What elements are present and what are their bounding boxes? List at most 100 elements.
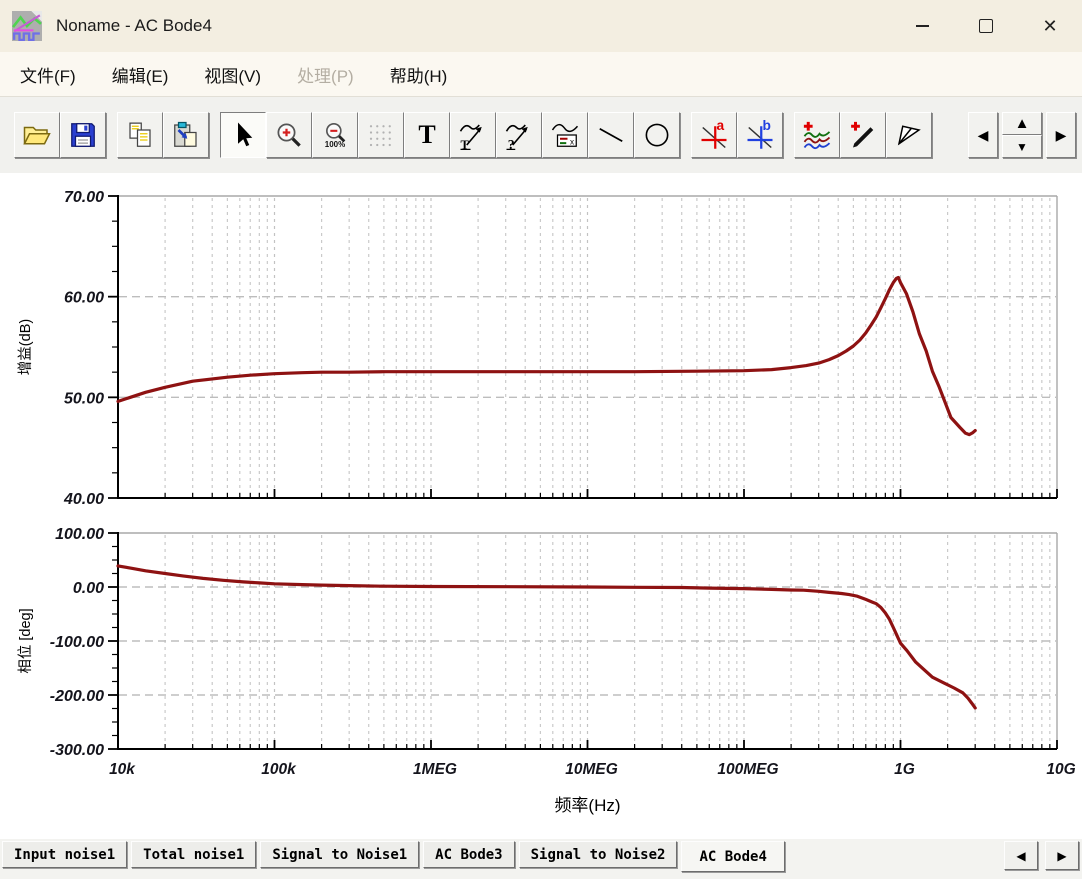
curve-annotation-icon: T [459, 124, 482, 150]
add-curves-icon [803, 121, 831, 150]
maximize-icon [979, 19, 993, 33]
draw-line-button[interactable] [588, 112, 634, 158]
floppy-save-icon [71, 123, 95, 147]
tab-signal-to-noise1[interactable]: Signal to Noise1 [260, 841, 420, 868]
cursor-b-icon: b [747, 120, 773, 149]
close-button[interactable]: ✕ [1018, 0, 1082, 52]
zoom-100-button[interactable]: 100% [312, 112, 358, 158]
menu-file[interactable]: 文件(F) [20, 62, 76, 87]
copy-icon [129, 122, 151, 147]
nav-next-button[interactable]: ▶ [1046, 112, 1076, 158]
tab-signal-to-noise2[interactable]: Signal to Noise2 [518, 841, 678, 868]
y-tick-label: -300.00 [50, 742, 104, 759]
svg-text:T: T [461, 138, 470, 150]
marker-flag-icon [897, 125, 921, 146]
nav-up-button[interactable]: ▲ [1002, 112, 1042, 135]
svg-text:a: a [717, 120, 725, 133]
grid-button[interactable] [358, 112, 404, 158]
y-tick-label: 100.00 [55, 526, 104, 543]
y-axis-title: 相位 [deg] [17, 608, 34, 673]
zoom-100-label: 100% [324, 140, 346, 149]
y-tick-label: 50.00 [64, 390, 104, 407]
nav-up-icon: ▲ [1014, 115, 1030, 132]
text-tool-button[interactable]: T [404, 112, 450, 158]
marker-button[interactable] [886, 112, 932, 158]
nav-down-icon: ▼ [1016, 139, 1028, 154]
menubar: 文件(F) 编辑(E) 视图(V) 处理(P) 帮助(H) [0, 52, 1082, 97]
cursor-a-button[interactable]: a [691, 112, 737, 158]
tab-total-noise1[interactable]: Total noise1 [131, 841, 257, 868]
y-tick-label: 40.00 [63, 491, 104, 508]
nav-down-button[interactable]: ▼ [1002, 135, 1042, 158]
paste-button[interactable] [163, 112, 209, 158]
y-tick-label: -200.00 [50, 688, 104, 705]
text-tool-icon: T [418, 120, 436, 149]
tab-scroll-buttons: ◀ ▶ [1004, 841, 1079, 870]
pick-curve-icon [851, 121, 874, 148]
x-tick-label: 100k [261, 761, 297, 778]
nav-prev-button[interactable]: ◀ [968, 112, 998, 158]
menu-help[interactable]: 帮助(H) [390, 62, 448, 87]
copy-button[interactable] [117, 112, 163, 158]
x-tick-label: 10k [109, 761, 136, 778]
tab-ac-bode3[interactable]: AC Bode3 [423, 841, 515, 868]
minimize-icon [915, 25, 929, 27]
paste-icon [174, 121, 197, 147]
draw-ellipse-button[interactable] [634, 112, 680, 158]
nav-next-icon: ▶ [1055, 126, 1067, 143]
titlebar: Noname - AC Bode4 ✕ [0, 0, 1082, 52]
app-window: Noname - AC Bode4 ✕ 文件(F) 编辑(E) 视图(V) 处理… [0, 0, 1082, 879]
x-tick-label: 100MEG [717, 761, 778, 778]
svg-text:?: ? [508, 137, 515, 150]
tabbar: Input noise1 Total noise1 Signal to Nois… [0, 839, 1082, 879]
grid-dots-icon [369, 125, 391, 147]
menu-edit[interactable]: 编辑(E) [112, 62, 169, 87]
curve-annotation-button[interactable]: T [450, 112, 496, 158]
window-controls: ✕ [890, 0, 1082, 52]
svg-text:x: x [570, 137, 574, 146]
x-tick-label: 10G [1046, 761, 1075, 778]
tab-scroll-left-icon: ◀ [1016, 848, 1026, 863]
tab-input-noise1[interactable]: Input noise1 [2, 841, 128, 868]
open-button[interactable] [14, 112, 60, 158]
y-axis-title: 增益(dB) [17, 319, 34, 375]
zoom-in-button[interactable] [266, 112, 312, 158]
tab-scroll-right-icon: ▶ [1057, 848, 1067, 863]
window-title: Noname - AC Bode4 [56, 16, 212, 35]
pick-curve-button[interactable] [840, 112, 886, 158]
tab-ac-bode4[interactable]: AC Bode4 [681, 841, 785, 872]
cursor-a-icon: a [701, 120, 727, 149]
curve-legend-button[interactable]: x [542, 112, 588, 158]
select-cursor-button[interactable] [220, 112, 266, 158]
cursor-b-button[interactable]: b [737, 112, 783, 158]
phase-curve [116, 564, 977, 710]
add-curves-button[interactable] [794, 112, 840, 158]
curve-query-button[interactable]: ? [496, 112, 542, 158]
minimize-button[interactable] [890, 0, 954, 52]
tab-scroll-left-button[interactable]: ◀ [1004, 841, 1038, 870]
close-icon: ✕ [1042, 16, 1058, 36]
y-tick-label: -100.00 [50, 634, 104, 651]
folder-open-icon [23, 126, 51, 145]
chart-region: 70.00 60.00 50.00 40.00 增益(dB) 100.00 0.00 -100… [0, 173, 1082, 839]
ellipse-icon [645, 123, 669, 147]
x-tick-label: 1MEG [413, 761, 457, 778]
x-tick-label: 10MEG [565, 761, 618, 778]
curve-query-icon: ? [505, 124, 528, 150]
y-tick-label: 60.00 [64, 290, 104, 307]
menu-process: 处理(P) [297, 66, 354, 86]
save-button[interactable] [60, 112, 106, 158]
cursor-arrow-icon [238, 122, 253, 147]
line-icon [599, 127, 623, 143]
x-axis-title: 频率(Hz) [554, 796, 620, 815]
nav-prev-icon: ◀ [977, 126, 989, 143]
toolbar-nav: ◀ ▲ ▼ ▶ [968, 112, 1076, 158]
tab-scroll-right-button[interactable]: ▶ [1045, 841, 1079, 870]
maximize-button[interactable] [954, 0, 1018, 52]
svg-text:b: b [763, 120, 771, 133]
nav-spinner: ▲ ▼ [1002, 112, 1042, 158]
menu-view[interactable]: 视图(V) [204, 62, 261, 87]
y-tick-label: 70.00 [64, 189, 104, 206]
y-tick-label: 0.00 [73, 580, 104, 597]
toolbar: 100% T T ? x a b ◀ ▲ ▼ ▶ [0, 97, 1082, 173]
